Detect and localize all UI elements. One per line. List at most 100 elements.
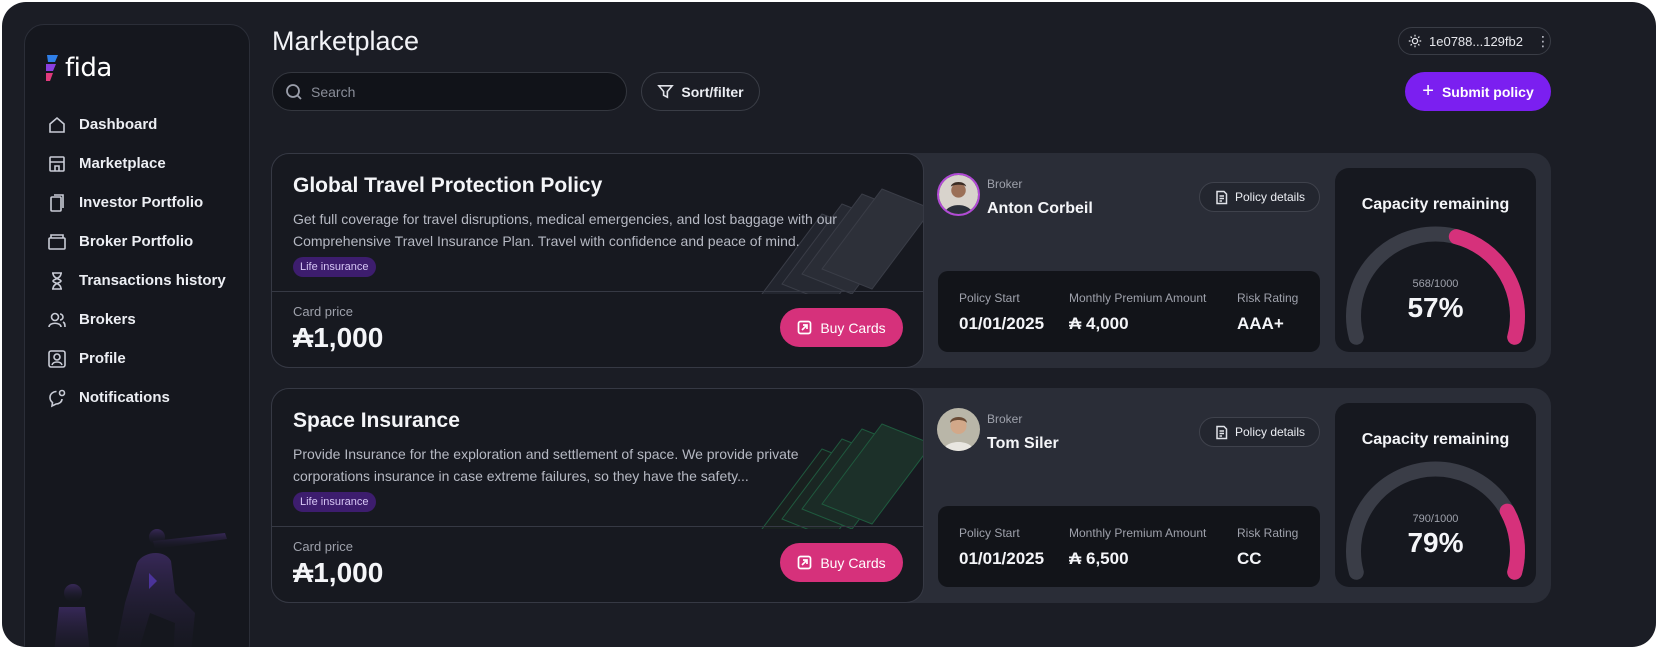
external-link-icon — [797, 320, 812, 335]
policy-details-button[interactable]: Policy details — [1199, 182, 1320, 212]
broker-avatar-image — [937, 408, 980, 451]
monthly-premium-value: ₳ 6,500 — [1069, 549, 1129, 568]
sun-icon — [1408, 34, 1422, 48]
filter-icon — [657, 85, 675, 99]
logo-text: fida — [65, 53, 112, 83]
users-icon — [47, 310, 67, 330]
broker-label: Broker — [987, 412, 1023, 426]
sidebar-item-label: Dashboard — [79, 116, 158, 133]
broker-avatar-image — [939, 175, 978, 214]
wallet-icon — [47, 232, 67, 252]
search-input[interactable] — [311, 83, 591, 100]
sort-filter-button[interactable]: Sort/filter — [641, 72, 760, 111]
policy-title: Space Insurance — [293, 409, 460, 432]
policy-row: Space Insurance Provide Insurance for th… — [271, 388, 1551, 603]
submit-policy-button[interactable]: + Submit policy — [1405, 72, 1551, 111]
wallet-address: 1e0788...129fb2 — [1429, 33, 1523, 49]
buy-cards-label: Buy Cards — [820, 319, 886, 336]
risk-rating-value: AAA+ — [1237, 314, 1284, 333]
telescope-illustration — [54, 529, 227, 647]
capacity-percent: 79% — [1407, 527, 1464, 558]
monthly-premium-label: Monthly Premium Amount — [1069, 291, 1207, 305]
document-icon — [1216, 190, 1228, 204]
policy-row: Global Travel Protection Policy Get full… — [271, 153, 1551, 368]
profile-icon — [47, 349, 67, 369]
more-vertical-icon[interactable]: ⋮ — [1536, 34, 1550, 48]
sidebar-item-label: Investor Portfolio — [79, 194, 204, 211]
policy-stats: Policy Start 01/01/2025 Monthly Premium … — [938, 506, 1320, 587]
capacity-title: Capacity remaining — [1361, 431, 1510, 448]
fida-logo[interactable]: fida — [43, 53, 112, 83]
chat-bell-icon — [47, 388, 67, 408]
sidebar-item-label: Transactions history — [79, 272, 226, 289]
avatar[interactable] — [937, 173, 980, 216]
app-window: fida Dashboard Marketplace Investor Port… — [2, 2, 1656, 647]
policy-category-badge: Life insurance — [293, 492, 376, 512]
sidebar-item-broker-portfolio[interactable]: Broker Portfolio — [47, 222, 237, 261]
policy-start-value: 01/01/2025 — [959, 314, 1045, 333]
store-icon — [47, 154, 67, 174]
sidebar-item-investor-portfolio[interactable]: Investor Portfolio — [47, 183, 237, 222]
monthly-premium-label: Monthly Premium Amount — [1069, 526, 1207, 540]
card-price-label: Card price — [293, 539, 353, 554]
portfolio-icon — [47, 193, 67, 213]
search-bar[interactable] — [272, 72, 627, 111]
sidebar-item-label: Broker Portfolio — [79, 233, 194, 250]
external-link-icon — [797, 555, 812, 570]
avatar[interactable] — [937, 408, 980, 451]
policy-title: Global Travel Protection Policy — [293, 174, 603, 197]
risk-rating-label: Risk Rating — [1237, 526, 1299, 540]
sidebar-item-notifications[interactable]: Notifications — [47, 378, 237, 417]
policy-details-button[interactable]: Policy details — [1199, 417, 1320, 447]
capacity-panel: Capacity remaining 568/1000 57% — [1335, 168, 1536, 352]
submit-policy-label: Submit policy — [1441, 83, 1534, 100]
broker-name: Tom Siler — [987, 435, 1059, 452]
buy-cards-button[interactable]: Buy Cards — [780, 543, 903, 582]
sidebar-item-label: Marketplace — [79, 155, 166, 172]
sort-filter-label: Sort/filter — [681, 83, 744, 100]
sidebar-item-transactions-history[interactable]: Transactions history — [47, 261, 237, 300]
card-price-value: ₳1,000 — [293, 322, 384, 353]
card-price-value: ₳1,000 — [293, 557, 384, 588]
policy-description: Provide Insurance for the exploration an… — [293, 446, 799, 484]
sidebar-item-marketplace[interactable]: Marketplace — [47, 144, 237, 183]
sidebar-item-profile[interactable]: Profile — [47, 339, 237, 378]
risk-rating-value: CC — [1237, 549, 1262, 568]
search-icon — [286, 83, 302, 100]
policy-start-label: Policy Start — [959, 291, 1020, 305]
capacity-ratio: 568/1000 — [1412, 278, 1459, 290]
buy-cards-label: Buy Cards — [820, 554, 886, 571]
card-divider — [272, 291, 923, 292]
sidebar: fida Dashboard Marketplace Investor Port… — [24, 24, 250, 647]
page-title: Marketplace — [272, 26, 420, 56]
sidebar-nav: Dashboard Marketplace Investor Portfolio… — [47, 105, 237, 417]
capacity-percent: 57% — [1407, 292, 1464, 323]
monthly-premium-value: ₳ 4,000 — [1069, 314, 1129, 333]
buy-cards-button[interactable]: Buy Cards — [780, 308, 903, 347]
capacity-title: Capacity remaining — [1361, 196, 1510, 213]
policy-category-badge: Life insurance — [293, 257, 376, 277]
plus-icon: + — [1422, 79, 1434, 102]
policy-start-value: 01/01/2025 — [959, 549, 1045, 568]
sidebar-item-label: Notifications — [79, 389, 170, 406]
hourglass-icon — [47, 271, 67, 291]
broker-label: Broker — [987, 177, 1023, 191]
broker-name: Anton Corbeil — [987, 200, 1093, 217]
fida-logo-icon — [46, 55, 58, 81]
policy-details-label: Policy details — [1234, 425, 1306, 439]
sidebar-item-dashboard[interactable]: Dashboard — [47, 105, 237, 144]
sidebar-item-brokers[interactable]: Brokers — [47, 300, 237, 339]
sidebar-item-label: Profile — [79, 350, 126, 367]
card-price-label: Card price — [293, 304, 353, 319]
capacity-panel: Capacity remaining 790/1000 79% — [1335, 403, 1536, 587]
policy-details-label: Policy details — [1234, 190, 1306, 204]
wallet-address-chip[interactable]: 1e0788...129fb2 ⋮ — [1398, 27, 1551, 55]
policy-card[interactable]: Global Travel Protection Policy Get full… — [271, 153, 924, 368]
policy-card[interactable]: Space Insurance Provide Insurance for th… — [271, 388, 924, 603]
card-divider — [272, 526, 923, 527]
policy-start-label: Policy Start — [959, 526, 1020, 540]
home-icon — [47, 115, 67, 135]
document-icon — [1216, 425, 1228, 439]
sidebar-item-label: Brokers — [79, 311, 136, 328]
policy-description: Get full coverage for travel disruptions… — [293, 211, 837, 249]
